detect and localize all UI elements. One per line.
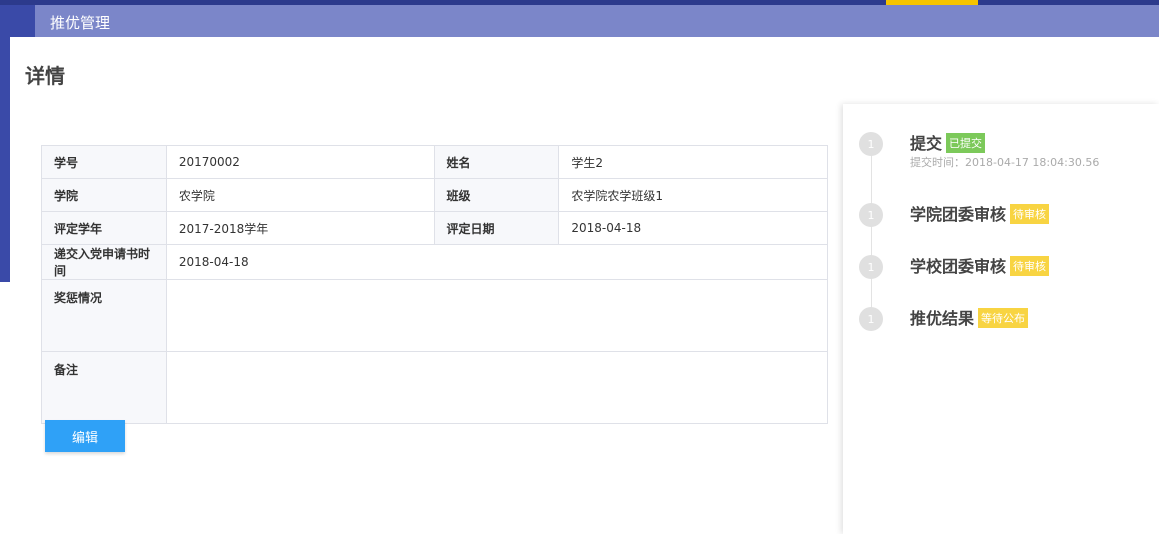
step-number: 1 [859,132,883,156]
step-name: 提交 已提交 [910,130,986,154]
status-badge: 已提交 [946,133,986,153]
student-id-value: 20170002 [165,145,435,179]
status-badge: 待审核 [1010,204,1050,224]
step-title: 学校团委审核 [910,257,1007,276]
college-label: 学院 [41,178,167,212]
step-number: 1 [859,307,883,331]
sidebar-edge [0,37,10,282]
step-number: 1 [859,255,883,279]
step-title: 学院团委审核 [910,205,1007,224]
step-title: 推优结果 [910,309,975,328]
date-label: 评定日期 [433,211,560,245]
year-value: 2017-2018学年 [165,211,435,245]
page-header-bar: 推优管理 [35,5,1159,37]
step-number: 1 [859,203,883,227]
table-row: 评定学年 2017-2018学年 评定日期 2018-04-18 [41,211,828,245]
status-badge: 等待公布 [978,308,1029,328]
table-row: 学号 20170002 姓名 学生2 [41,145,828,179]
status-badge: 待审核 [1010,256,1050,276]
page-title: 详情 [25,64,65,88]
remark-label: 备注 [41,351,167,424]
edit-button[interactable]: 编辑 [45,420,125,452]
progress-panel: 1 提交 已提交 提交时间：2018-04-17 18:04:30.56 1 学院… [843,104,1159,534]
college-value: 农学院 [165,178,435,212]
date-value: 2018-04-18 [558,211,828,245]
year-label: 评定学年 [41,211,167,245]
class-label: 班级 [433,178,560,212]
class-value: 农学院农学班级1 [558,178,828,212]
table-row: 奖惩情况 [41,279,829,352]
step-name: 学院团委审核 待审核 [910,201,1050,225]
page-header-title: 推优管理 [50,14,111,32]
step-name: 推优结果 等待公布 [910,305,1029,329]
step-title: 提交 [910,134,943,153]
table-row: 递交入党申请书时间 2018-04-18 [41,244,829,280]
remark-value [165,351,829,424]
detail-table: 学号 20170002 姓名 学生2 学院 农学院 班级 农学院农学班级1 评定… [41,145,829,424]
content-edge [0,282,10,534]
step-name: 学校团委审核 待审核 [910,253,1050,277]
timeline-line [871,144,872,320]
name-label: 姓名 [433,145,560,179]
apply-time-value: 2018-04-18 [165,244,829,280]
rewards-value [165,279,829,352]
table-row: 学院 农学院 班级 农学院农学班级1 [41,178,828,212]
step-time: 提交时间：2018-04-17 18:04:30.56 [910,156,1100,169]
apply-time-label: 递交入党申请书时间 [41,244,167,280]
table-row: 备注 [41,351,829,424]
name-value: 学生2 [558,145,828,179]
student-id-label: 学号 [41,145,167,179]
rewards-label: 奖惩情况 [41,279,167,352]
